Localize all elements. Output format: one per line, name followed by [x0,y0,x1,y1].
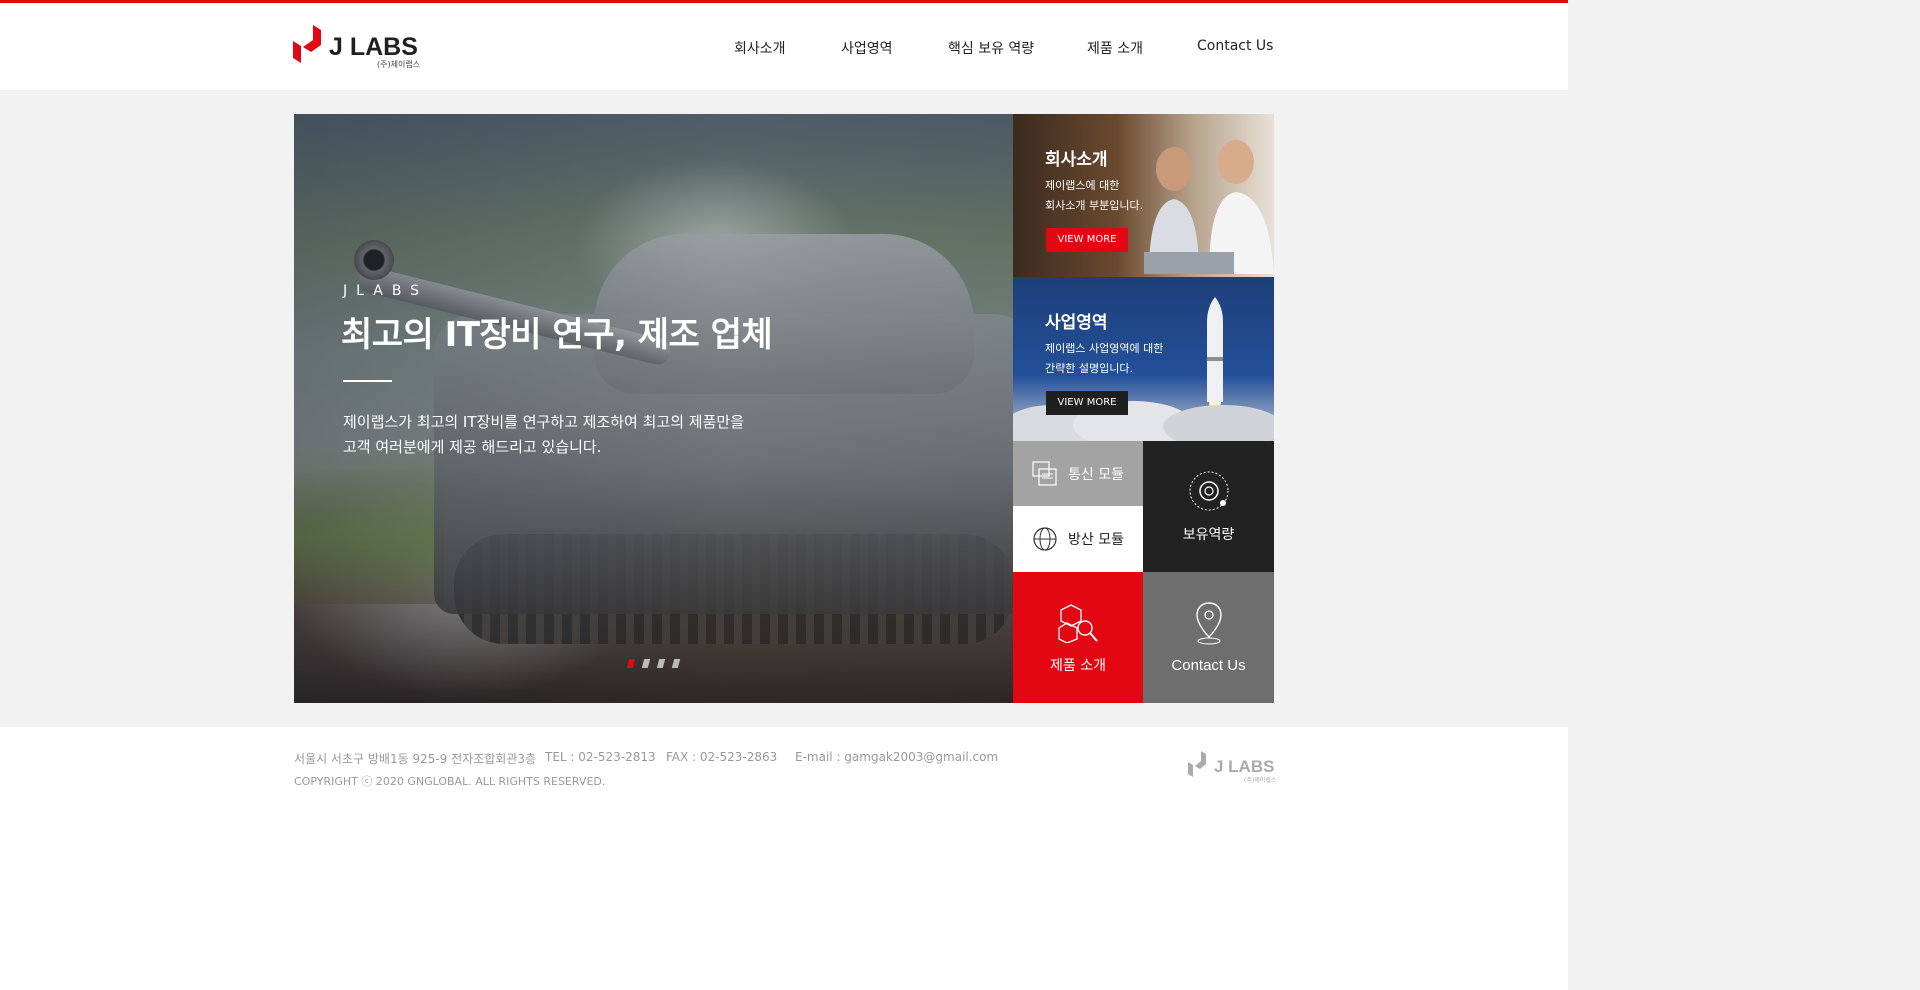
company-view-more-button[interactable]: VIEW MORE [1046,228,1128,252]
site-footer: 서울시 서초구 방배1동 925-9 전자조합회관3층 TEL : 02-523… [0,727,1568,990]
hero-slider[interactable]: JLABS 최고의 IT장비 연구, 제조 업체 제이랩스가 최고의 IT장비를… [294,114,1013,703]
tile-capability[interactable]: 보유역량 [1143,441,1274,572]
globe-icon [1033,527,1057,551]
gear-icon [1189,471,1228,510]
tile-products[interactable]: 제품 소개 [1013,572,1143,703]
card-business-line-2: 간략한 설명입니다. [1045,362,1133,375]
card-company[interactable]: 회사소개 제이랩스에 대한 회사소개 부분입니다. VIEW MORE [1013,114,1274,277]
nav-item-capability[interactable]: 핵심 보유 역량 [948,38,1034,58]
logo-mark-icon [293,25,321,63]
hero-overlay [294,114,1013,703]
logo-subtext: (주)제이랩스 [377,60,421,69]
card-business[interactable]: 사업영역 제이랩스 사업영역에 대한 간략한 설명입니다. VIEW MORE [1013,277,1274,441]
nav-item-products[interactable]: 제품 소개 [1087,38,1143,58]
footer-fax: FAX : 02-523-2863 [666,750,778,764]
tile-defense-module[interactable]: 방산 모듈 [1013,506,1143,572]
tile-comm-module[interactable]: 통신 모듈 [1013,441,1143,506]
tile-capability-label: 보유역량 [1182,526,1235,543]
hero-desc-line-1: 제이랩스가 최고의 IT장비를 연구하고 제조하여 최고의 제품만을 [343,413,744,431]
hero-divider [343,380,392,382]
card-company-desc: 제이랩스에 대한 회사소개 부분입니다. [1045,176,1143,216]
hero-title: 최고의 IT장비 연구, 제조 업체 [341,315,773,355]
main-content: JLABS 최고의 IT장비 연구, 제조 업체 제이랩스가 최고의 IT장비를… [294,114,1274,703]
card-business-desc: 제이랩스 사업영역에 대한 간략한 설명입니다. [1045,339,1163,379]
footer-copyright: COPYRIGHT ⓒ 2020 GNGLOBAL. ALL RIGHTS RE… [294,775,606,788]
slider-pagination [626,659,688,669]
footer-logo-mark-icon [1188,751,1206,777]
business-people-image [1144,140,1274,274]
slider-dot-1[interactable] [626,659,636,668]
site-header: J LABS (주)제이랩스 회사소개 사업영역 핵심 보유 역량 제품 소개 … [0,3,1568,90]
card-business-line-1: 제이랩스 사업영역에 대한 [1045,342,1164,355]
footer-logo-subtext: (주)제이랩스 [1244,777,1277,784]
tile-contact[interactable]: Contact Us [1143,572,1274,703]
card-company-line-2: 회사소개 부분입니다. [1045,199,1144,212]
nav-item-company[interactable]: 회사소개 [734,38,786,58]
card-company-title: 회사소개 [1045,150,1108,170]
card-business-title: 사업영역 [1045,313,1108,333]
nav-item-contact[interactable]: Contact Us [1197,38,1273,54]
footer-logo[interactable]: J LABS (주)제이랩스 [1188,751,1278,787]
hero-description: 제이랩스가 최고의 IT장비를 연구하고 제조하여 최고의 제품만을 고객 여러… [343,410,813,460]
tile-products-label: 제품 소개 [1050,657,1106,674]
nav-item-business[interactable]: 사업영역 [841,38,893,58]
slider-dot-4[interactable] [671,659,681,668]
footer-email[interactable]: E-mail : gamgak2003@gmail.com [795,750,998,764]
card-company-line-1: 제이랩스에 대한 [1045,179,1120,192]
slider-dot-2[interactable] [641,659,651,668]
logo-text: J LABS [329,33,418,61]
tile-comm-module-label: 통신 모듈 [1068,466,1124,483]
footer-address: 서울시 서초구 방배1동 925-9 전자조합회관3층 [294,752,537,766]
site-logo[interactable]: J LABS (주)제이랩스 [293,23,433,73]
product-search-icon [1058,603,1098,643]
tile-defense-module-label: 방산 모듈 [1068,532,1124,548]
footer-tel: TEL : 02-523-2813 [545,750,656,764]
slider-dot-3[interactable] [656,659,666,668]
tile-contact-label: Contact Us [1171,657,1246,674]
hero-desc-line-2: 고객 여러분에게 제공 해드리고 있습니다. [343,438,602,456]
business-view-more-button[interactable]: VIEW MORE [1046,391,1128,415]
location-pin-icon [1195,602,1222,645]
hero-eyebrow: JLABS [343,283,429,299]
comm-module-icon [1032,460,1057,486]
footer-logo-text: J LABS [1214,757,1275,776]
